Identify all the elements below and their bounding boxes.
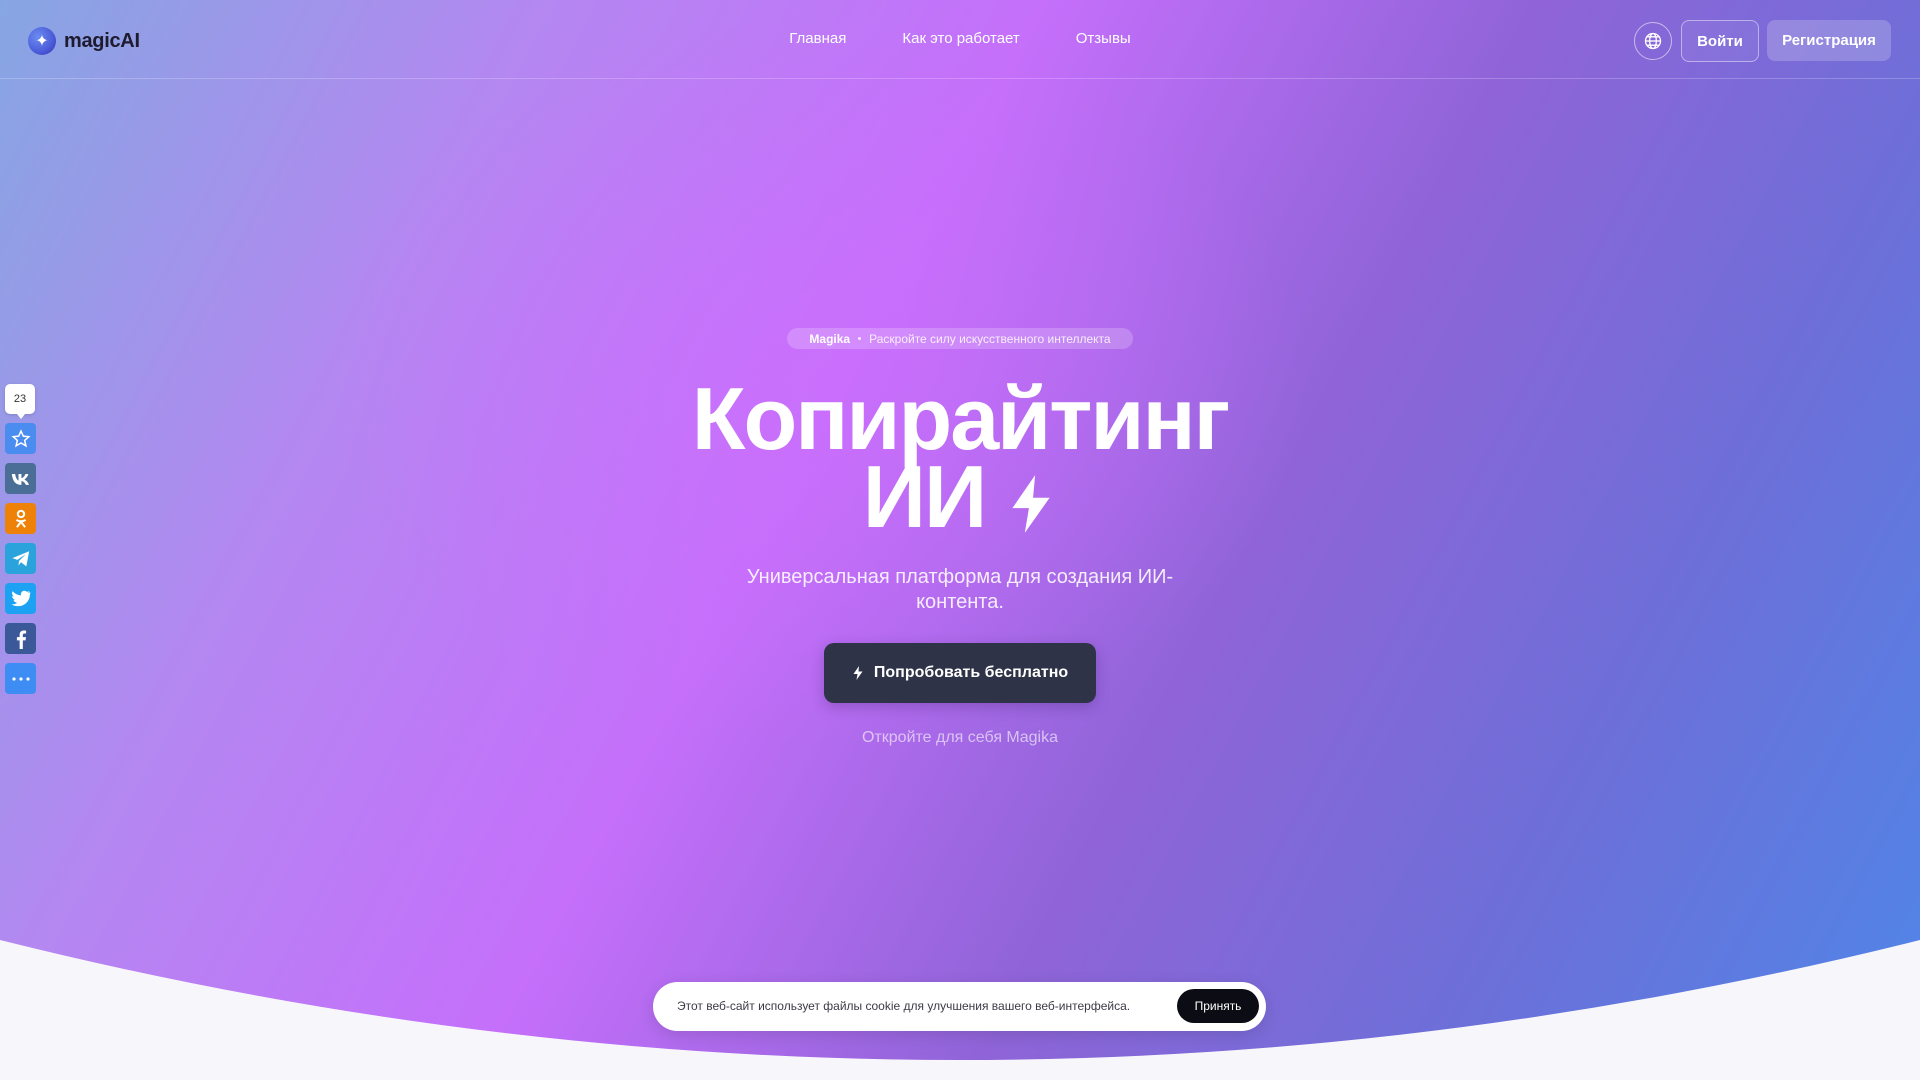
hero-section: ✦ magicAI Главная Как это работает Отзыв… [0, 0, 1920, 1080]
cookie-accept-button[interactable]: Принять [1177, 989, 1259, 1023]
try-free-button[interactable]: Попробовать бесплатно [824, 643, 1096, 703]
main-nav: Главная Как это работает Отзывы [0, 30, 1920, 47]
share-button-twitter[interactable] [5, 583, 36, 614]
page-title: Копирайтинг ИИ [560, 375, 1360, 541]
share-button-vk[interactable] [5, 463, 36, 494]
odnoklassniki-icon [15, 509, 26, 528]
share-panel: 23 [5, 384, 36, 703]
signup-button[interactable]: Регистрация [1767, 20, 1891, 61]
twitter-icon [11, 590, 30, 607]
vk-icon [11, 473, 29, 485]
lightning-icon [853, 666, 863, 680]
star-icon [10, 428, 31, 447]
share-count: 23 [5, 384, 35, 419]
discover-link[interactable]: Откройте для себя Magika [760, 729, 1160, 747]
lightning-icon [1012, 474, 1050, 533]
hero-badge: Magika Раскройте силу искусственного инт… [787, 328, 1133, 349]
telegram-icon [11, 550, 29, 566]
nav-item-how-it-works[interactable]: Как это работает [902, 30, 1019, 47]
language-button[interactable] [1634, 22, 1672, 60]
share-button-favorite[interactable] [5, 423, 36, 454]
share-button-telegram[interactable] [5, 543, 36, 574]
share-button-odnoklassniki[interactable] [5, 503, 36, 534]
badge-text: Раскройте силу искусственного интеллекта [869, 331, 1111, 346]
share-button-more[interactable] [5, 663, 36, 694]
hero-subtitle: Универсальная платформа для создания ИИ-… [746, 566, 1174, 613]
badge-separator [858, 337, 862, 340]
nav-item-home[interactable]: Главная [789, 30, 846, 47]
cookie-text: Этот веб-сайт использует файлы cookie дл… [677, 999, 1131, 1013]
globe-icon [1644, 32, 1662, 50]
top-navigation-bar: ✦ magicAI Главная Как это работает Отзыв… [0, 0, 1920, 79]
share-button-facebook[interactable] [5, 623, 36, 654]
nav-item-reviews[interactable]: Отзывы [1076, 30, 1131, 47]
cookie-banner: Этот веб-сайт использует файлы cookie дл… [653, 982, 1266, 1031]
try-free-label: Попробовать бесплатно [873, 664, 1069, 681]
badge-brand: Magika [809, 331, 851, 346]
facebook-icon [16, 630, 26, 649]
more-icon [11, 676, 30, 681]
headline-line-2: ИИ [862, 447, 987, 546]
login-button[interactable]: Войти [1681, 20, 1759, 62]
